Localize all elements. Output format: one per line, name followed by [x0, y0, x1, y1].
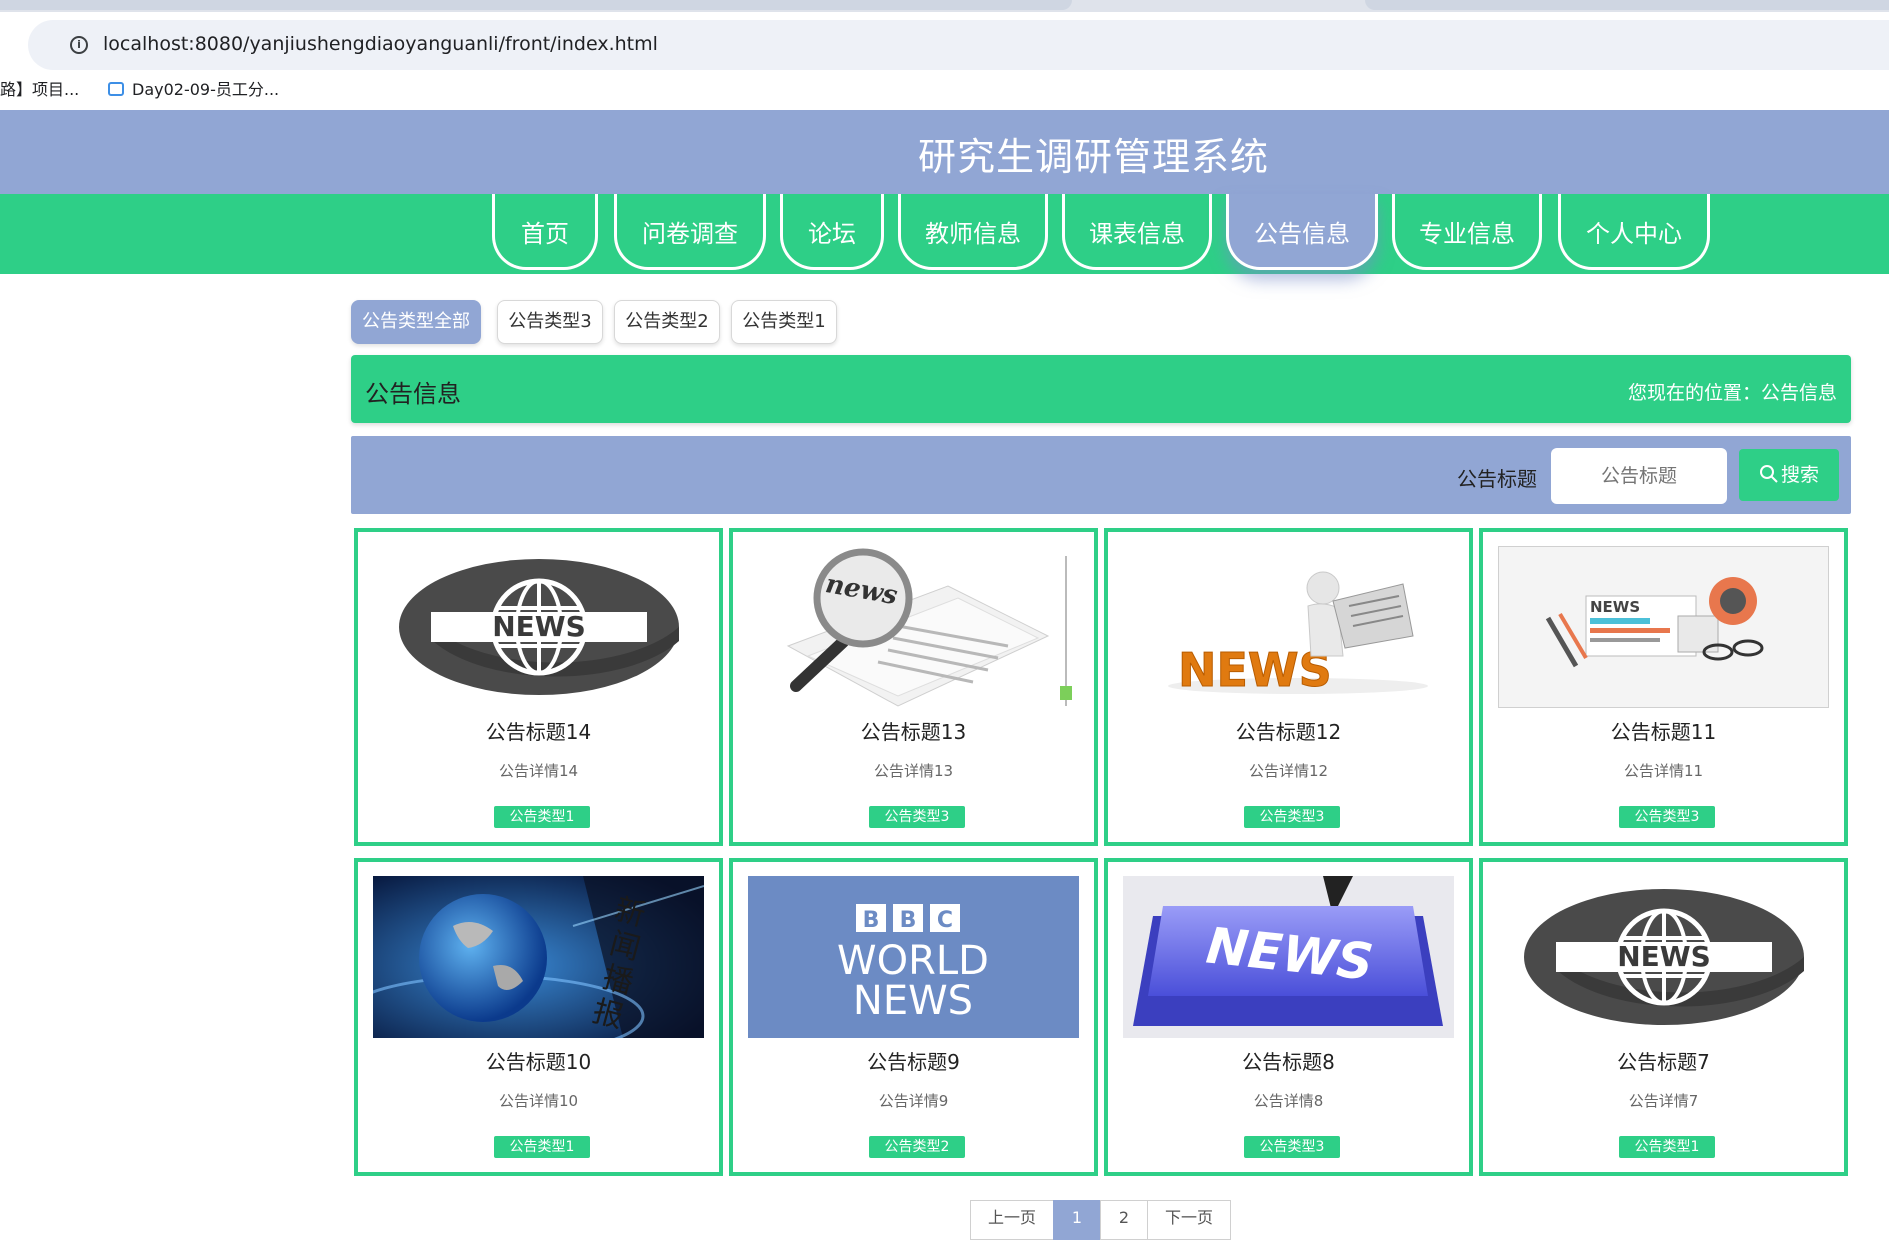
nav-item-announcements[interactable]: 公告信息 — [1226, 194, 1378, 270]
nav-item-survey[interactable]: 问卷调查 — [614, 194, 766, 270]
site-title: 研究生调研管理系统 — [917, 135, 1269, 179]
image-text: NEWS — [492, 610, 586, 643]
card-type-badge: 公告类型1 — [1619, 1136, 1715, 1158]
search-icon — [1759, 465, 1778, 483]
page-title: 公告信息 — [365, 380, 461, 408]
image-text: NEWS — [1617, 940, 1711, 973]
bilibili-icon — [108, 82, 124, 96]
card-detail: 公告详情9 — [878, 1092, 949, 1110]
back-button-fragment[interactable]: ) — [0, 28, 1, 49]
filter-chip-type2[interactable]: 公告类型2 — [614, 300, 720, 344]
url-field[interactable]: i localhost:8080/yanjiushengdiaoyanguanl… — [28, 20, 1889, 70]
card-type-badge: 公告类型3 — [1244, 806, 1340, 828]
bookmarks-bar: 路】项目... Day02-09-员工分... — [0, 70, 1889, 110]
card-type-badge: 公告类型3 — [1619, 806, 1715, 828]
image-text: NEWS — [1178, 643, 1332, 697]
search-bar: 公告标题 搜索 — [351, 436, 1851, 514]
image-text: B — [900, 908, 917, 933]
card-detail: 公告详情12 — [1248, 762, 1329, 780]
filter-chip-all[interactable]: 公告类型全部 — [351, 300, 481, 344]
bookmark-label: Day02-09-员工分... — [132, 80, 280, 99]
announcement-card[interactable]: 新 闻 播 报 公告标题10 公告详情10 公告类型1 — [354, 858, 723, 1176]
announcement-card[interactable]: NEWS 公告标题12 公告详情12 公告类型3 — [1104, 528, 1473, 846]
card-title: 公告标题11 — [1610, 720, 1717, 744]
site-info-icon[interactable]: i — [70, 36, 88, 54]
browser-tab[interactable] — [1365, 0, 1889, 10]
browser-tab-strip — [0, 0, 1889, 12]
main-nav: 首页 问卷调查 论坛 教师信息 课表信息 公告信息 专业信息 个人中心 — [0, 194, 1889, 274]
card-image-news-globe-badge: NEWS — [373, 546, 704, 708]
page-button-1[interactable]: 1 — [1053, 1200, 1101, 1240]
image-text: NEWS — [1590, 598, 1640, 616]
nav-item-majors[interactable]: 专业信息 — [1392, 194, 1542, 270]
nav-item-teachers[interactable]: 教师信息 — [898, 194, 1048, 270]
card-detail: 公告详情7 — [1628, 1092, 1699, 1110]
card-type-badge: 公告类型3 — [1244, 1136, 1340, 1158]
search-input[interactable] — [1551, 448, 1727, 504]
card-title: 公告标题7 — [1617, 1050, 1710, 1074]
card-image-broadcast-earth: 新 闻 播 报 — [373, 876, 704, 1038]
filter-chip-type1[interactable]: 公告类型1 — [731, 300, 837, 344]
card-image-bbc-world-news: B B C WORLD NEWS — [748, 876, 1079, 1038]
card-title: 公告标题10 — [485, 1050, 592, 1074]
announcement-card[interactable]: NEWS 公告标题8 公告详情8 公告类型3 — [1104, 858, 1473, 1176]
card-image-news-flatlay: NEWS — [1498, 546, 1829, 708]
announcement-card[interactable]: B B C WORLD NEWS 公告标题9 公告详情9 公告类型2 — [729, 858, 1098, 1176]
search-button-label: 搜索 — [1780, 464, 1819, 486]
site-header: 研究生调研管理系统 — [0, 110, 1889, 194]
page-title-bar: 公告信息 您现在的位置：公告信息 — [351, 355, 1851, 423]
card-detail: 公告详情11 — [1623, 762, 1704, 780]
breadcrumb: 您现在的位置：公告信息 — [1627, 382, 1837, 404]
card-title: 公告标题9 — [867, 1050, 960, 1074]
announcement-card[interactable]: NEWS 公告标题7 公告详情7 公告类型1 — [1479, 858, 1848, 1176]
bookmark-item[interactable]: Day02-09-员工分... — [108, 76, 279, 100]
next-page-button[interactable]: 下一页 — [1147, 1200, 1231, 1240]
filter-chip-type3[interactable]: 公告类型3 — [497, 300, 603, 344]
card-title: 公告标题14 — [485, 720, 592, 744]
image-text: B — [863, 908, 880, 933]
nav-item-profile[interactable]: 个人中心 — [1558, 194, 1710, 270]
card-detail: 公告详情8 — [1253, 1092, 1324, 1110]
announcement-card[interactable]: NEWS 公告标题14 公告详情14 公告类型1 — [354, 528, 723, 846]
card-detail: 公告详情13 — [873, 762, 954, 780]
card-title: 公告标题12 — [1235, 720, 1342, 744]
nav-item-home[interactable]: 首页 — [492, 194, 598, 270]
nav-item-forum[interactable]: 论坛 — [780, 194, 884, 270]
prev-page-button[interactable]: 上一页 — [970, 1200, 1054, 1240]
card-title: 公告标题13 — [860, 720, 967, 744]
card-image-news-figure-reading: NEWS — [1123, 546, 1454, 708]
card-image-news-keyboard-key: NEWS — [1123, 876, 1454, 1038]
card-detail: 公告详情10 — [498, 1092, 579, 1110]
card-type-badge: 公告类型3 — [869, 806, 965, 828]
announcement-card[interactable]: NEWS 公告标题11 公告详情11 公告类型3 — [1479, 528, 1848, 846]
card-type-badge: 公告类型1 — [494, 806, 590, 828]
browser-tab[interactable] — [0, 0, 1072, 10]
image-text: NEWS — [853, 978, 973, 1024]
url-text[interactable]: localhost:8080/yanjiushengdiaoyanguanli/… — [103, 33, 658, 55]
search-button[interactable]: 搜索 — [1739, 449, 1839, 501]
card-detail: 公告详情14 — [498, 762, 579, 780]
card-image-newspaper-magnifier: news — [748, 546, 1079, 708]
bookmark-item[interactable]: 路】项目... — [0, 76, 79, 100]
card-type-badge: 公告类型1 — [494, 1136, 590, 1158]
page-button-2[interactable]: 2 — [1100, 1200, 1148, 1240]
announcement-card[interactable]: news 公告标题13 公告详情13 公告类型3 — [729, 528, 1098, 846]
image-text: C — [937, 908, 953, 933]
card-title: 公告标题8 — [1242, 1050, 1335, 1074]
nav-item-timetable[interactable]: 课表信息 — [1062, 194, 1212, 270]
card-image-news-globe-badge: NEWS — [1498, 876, 1829, 1038]
search-label: 公告标题 — [1457, 467, 1537, 491]
card-type-badge: 公告类型2 — [869, 1136, 965, 1158]
